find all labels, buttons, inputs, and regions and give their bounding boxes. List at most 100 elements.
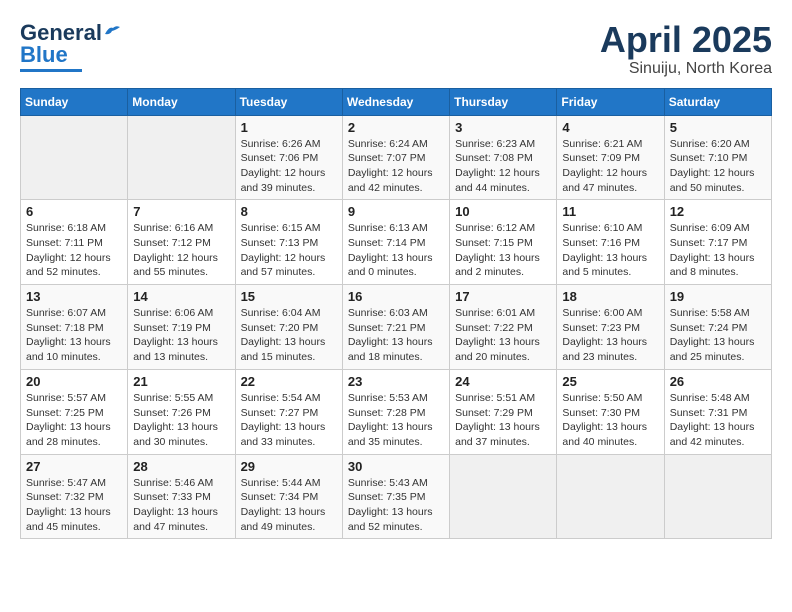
location: Sinuiju, North Korea — [600, 60, 772, 78]
calendar-cell: 26Sunrise: 5:48 AM Sunset: 7:31 PM Dayli… — [664, 369, 771, 454]
calendar-cell: 11 Sunrise: 6:10 AM Sunset: 7:16 PM Dayli… — [557, 200, 664, 285]
day-detail: Sunrise: 6:07 AM Sunset: 7:18 PM Dayligh… — [26, 306, 122, 365]
day-detail: Sunrise: 6:23 AM Sunset: 7:08 PM Dayligh… — [455, 137, 551, 196]
weekday-header-friday: Friday — [557, 88, 664, 115]
day-number: 28 — [133, 459, 229, 474]
calendar-cell — [128, 115, 235, 200]
calendar-week-5: 27 Sunrise: 5:47 AM Sunset: 7:32 PM Dayli… — [21, 454, 772, 539]
title-block: April 2025 Sinuiju, North Korea — [600, 20, 772, 78]
day-number: 1 — [241, 120, 337, 135]
day-detail: Sunrise: 5:51 AM Sunset: 7:29 PM Dayligh… — [455, 391, 551, 450]
logo: General Blue — [20, 20, 121, 72]
weekday-header-sunday: Sunday — [21, 88, 128, 115]
calendar-cell — [557, 454, 664, 539]
calendar-cell: 22 Sunrise: 5:54 AM Sunset: 7:27 PM Dayli… — [235, 369, 342, 454]
weekday-header-monday: Monday — [128, 88, 235, 115]
day-detail: Sunrise: 6:00 AM Sunset: 7:23 PM Dayligh… — [562, 306, 658, 365]
calendar-cell — [664, 454, 771, 539]
day-number: 19 — [670, 289, 766, 304]
calendar-cell: 9 Sunrise: 6:13 AM Sunset: 7:14 PM Daylig… — [342, 200, 449, 285]
calendar-cell: 15 Sunrise: 6:04 AM Sunset: 7:20 PM Dayli… — [235, 285, 342, 370]
day-detail: Sunrise: 6:18 AM Sunset: 7:11 PM Dayligh… — [26, 221, 122, 280]
calendar-cell: 2Sunrise: 6:24 AM Sunset: 7:07 PM Daylig… — [342, 115, 449, 200]
day-detail: Sunrise: 6:20 AM Sunset: 7:10 PM Dayligh… — [670, 137, 766, 196]
day-number: 4 — [562, 120, 658, 135]
day-detail: Sunrise: 6:21 AM Sunset: 7:09 PM Dayligh… — [562, 137, 658, 196]
calendar-cell: 16Sunrise: 6:03 AM Sunset: 7:21 PM Dayli… — [342, 285, 449, 370]
day-detail: Sunrise: 5:43 AM Sunset: 7:35 PM Dayligh… — [348, 476, 444, 535]
calendar-cell: 28 Sunrise: 5:46 AM Sunset: 7:33 PM Dayli… — [128, 454, 235, 539]
day-number: 29 — [241, 459, 337, 474]
day-detail: Sunrise: 6:04 AM Sunset: 7:20 PM Dayligh… — [241, 306, 337, 365]
day-number: 15 — [241, 289, 337, 304]
weekday-header-tuesday: Tuesday — [235, 88, 342, 115]
calendar-cell — [21, 115, 128, 200]
day-detail: Sunrise: 6:06 AM Sunset: 7:19 PM Dayligh… — [133, 306, 229, 365]
day-detail: Sunrise: 5:50 AM Sunset: 7:30 PM Dayligh… — [562, 391, 658, 450]
day-detail: Sunrise: 6:26 AM Sunset: 7:06 PM Dayligh… — [241, 137, 337, 196]
logo-bird-icon — [103, 24, 121, 38]
calendar-cell: 14 Sunrise: 6:06 AM Sunset: 7:19 PM Dayli… — [128, 285, 235, 370]
day-number: 21 — [133, 374, 229, 389]
day-detail: Sunrise: 6:09 AM Sunset: 7:17 PM Dayligh… — [670, 221, 766, 280]
day-number: 22 — [241, 374, 337, 389]
calendar-cell: 8Sunrise: 6:15 AM Sunset: 7:13 PM Daylig… — [235, 200, 342, 285]
day-number: 23 — [348, 374, 444, 389]
day-detail: Sunrise: 6:01 AM Sunset: 7:22 PM Dayligh… — [455, 306, 551, 365]
day-number: 13 — [26, 289, 122, 304]
calendar-cell: 4 Sunrise: 6:21 AM Sunset: 7:09 PM Daylig… — [557, 115, 664, 200]
calendar-cell: 1 Sunrise: 6:26 AM Sunset: 7:06 PM Daylig… — [235, 115, 342, 200]
weekday-header-saturday: Saturday — [664, 88, 771, 115]
day-number: 3 — [455, 120, 551, 135]
day-detail: Sunrise: 6:10 AM Sunset: 7:16 PM Dayligh… — [562, 221, 658, 280]
calendar-cell: 13 Sunrise: 6:07 AM Sunset: 7:18 PM Dayli… — [21, 285, 128, 370]
day-detail: Sunrise: 6:15 AM Sunset: 7:13 PM Dayligh… — [241, 221, 337, 280]
calendar-week-3: 13 Sunrise: 6:07 AM Sunset: 7:18 PM Dayli… — [21, 285, 772, 370]
calendar-cell: 12 Sunrise: 6:09 AM Sunset: 7:17 PM Dayli… — [664, 200, 771, 285]
day-detail: Sunrise: 5:47 AM Sunset: 7:32 PM Dayligh… — [26, 476, 122, 535]
month-title: April 2025 — [600, 20, 772, 60]
calendar-week-4: 20 Sunrise: 5:57 AM Sunset: 7:25 PM Dayli… — [21, 369, 772, 454]
day-number: 16 — [348, 289, 444, 304]
calendar-cell — [450, 454, 557, 539]
calendar-cell: 23 Sunrise: 5:53 AM Sunset: 7:28 PM Dayli… — [342, 369, 449, 454]
day-detail: Sunrise: 5:55 AM Sunset: 7:26 PM Dayligh… — [133, 391, 229, 450]
calendar-cell: 29 Sunrise: 5:44 AM Sunset: 7:34 PM Dayli… — [235, 454, 342, 539]
calendar-week-1: 1 Sunrise: 6:26 AM Sunset: 7:06 PM Daylig… — [21, 115, 772, 200]
calendar-body: 1 Sunrise: 6:26 AM Sunset: 7:06 PM Daylig… — [21, 115, 772, 539]
calendar-header: SundayMondayTuesdayWednesdayThursdayFrid… — [21, 88, 772, 115]
calendar-cell: 18 Sunrise: 6:00 AM Sunset: 7:23 PM Dayli… — [557, 285, 664, 370]
calendar-cell: 19Sunrise: 5:58 AM Sunset: 7:24 PM Dayli… — [664, 285, 771, 370]
day-number: 30 — [348, 459, 444, 474]
calendar-cell: 24Sunrise: 5:51 AM Sunset: 7:29 PM Dayli… — [450, 369, 557, 454]
weekday-header-wednesday: Wednesday — [342, 88, 449, 115]
calendar-week-2: 6 Sunrise: 6:18 AM Sunset: 7:11 PM Daylig… — [21, 200, 772, 285]
day-number: 20 — [26, 374, 122, 389]
weekday-header-thursday: Thursday — [450, 88, 557, 115]
calendar-cell: 20 Sunrise: 5:57 AM Sunset: 7:25 PM Dayli… — [21, 369, 128, 454]
day-detail: Sunrise: 5:54 AM Sunset: 7:27 PM Dayligh… — [241, 391, 337, 450]
day-number: 10 — [455, 204, 551, 219]
calendar-cell: 27 Sunrise: 5:47 AM Sunset: 7:32 PM Dayli… — [21, 454, 128, 539]
day-number: 14 — [133, 289, 229, 304]
calendar-table: SundayMondayTuesdayWednesdayThursdayFrid… — [20, 88, 772, 540]
calendar-cell: 7Sunrise: 6:16 AM Sunset: 7:12 PM Daylig… — [128, 200, 235, 285]
day-detail: Sunrise: 5:53 AM Sunset: 7:28 PM Dayligh… — [348, 391, 444, 450]
day-detail: Sunrise: 6:13 AM Sunset: 7:14 PM Dayligh… — [348, 221, 444, 280]
day-number: 11 — [562, 204, 658, 219]
day-number: 6 — [26, 204, 122, 219]
day-detail: Sunrise: 6:12 AM Sunset: 7:15 PM Dayligh… — [455, 221, 551, 280]
day-detail: Sunrise: 5:46 AM Sunset: 7:33 PM Dayligh… — [133, 476, 229, 535]
day-number: 5 — [670, 120, 766, 135]
day-number: 18 — [562, 289, 658, 304]
calendar-cell: 10 Sunrise: 6:12 AM Sunset: 7:15 PM Dayli… — [450, 200, 557, 285]
day-detail: Sunrise: 5:44 AM Sunset: 7:34 PM Dayligh… — [241, 476, 337, 535]
day-detail: Sunrise: 5:57 AM Sunset: 7:25 PM Dayligh… — [26, 391, 122, 450]
day-number: 27 — [26, 459, 122, 474]
calendar-cell: 17Sunrise: 6:01 AM Sunset: 7:22 PM Dayli… — [450, 285, 557, 370]
day-number: 9 — [348, 204, 444, 219]
logo-blue: Blue — [20, 42, 68, 68]
day-number: 12 — [670, 204, 766, 219]
day-detail: Sunrise: 5:48 AM Sunset: 7:31 PM Dayligh… — [670, 391, 766, 450]
calendar-cell: 5 Sunrise: 6:20 AM Sunset: 7:10 PM Daylig… — [664, 115, 771, 200]
